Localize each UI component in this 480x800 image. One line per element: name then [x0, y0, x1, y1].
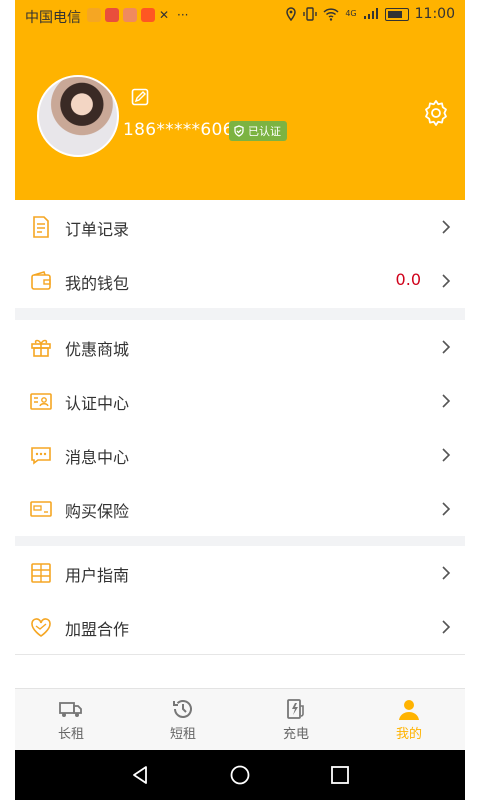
phone-number: 186*****606	[123, 120, 234, 140]
app-notification-icon	[141, 8, 155, 22]
battery-icon	[384, 7, 409, 21]
menu-item-mall[interactable]: 优惠商城	[15, 320, 465, 375]
avatar[interactable]	[37, 75, 119, 157]
missed-call-icon: ✕	[159, 8, 170, 22]
tab-charging[interactable]: 充电	[240, 689, 352, 751]
tab-label: 我的	[395, 727, 422, 742]
system-nav-bar	[15, 750, 465, 800]
guide-icon	[31, 563, 51, 583]
clock-label: 11:00	[414, 6, 455, 22]
chevron-right-icon	[442, 394, 451, 408]
gear-icon[interactable]	[421, 98, 451, 128]
menu-label: 订单记录	[65, 220, 130, 239]
app-notification-icon	[87, 8, 101, 22]
tab-short-rent[interactable]: 短租	[127, 689, 239, 751]
chevron-right-icon	[442, 566, 451, 580]
handshake-icon	[31, 618, 51, 637]
chevron-right-icon	[442, 220, 451, 234]
message-icon	[31, 447, 51, 465]
chevron-right-icon	[442, 340, 451, 354]
wallet-balance: 0.0	[395, 270, 421, 289]
vibrate-icon	[303, 7, 318, 21]
app-notification-icon	[105, 8, 119, 22]
location-icon	[286, 7, 297, 21]
menu-item-orders[interactable]: 订单记录	[15, 200, 465, 255]
chevron-right-icon	[442, 620, 451, 634]
document-icon	[33, 216, 49, 238]
verified-label: 已认证	[248, 125, 281, 138]
menu-label: 优惠商城	[65, 340, 130, 359]
wallet-icon	[31, 271, 51, 290]
app-screen: 中国电信 ✕ ··· 4G 11:00 186*****606 已认证 订单记录…	[15, 0, 465, 800]
network-type-label: 4G	[345, 9, 357, 18]
menu-item-insurance[interactable]: 购买保险	[15, 482, 465, 536]
truck-icon	[59, 702, 82, 717]
recents-icon[interactable]	[329, 764, 351, 786]
edit-icon[interactable]	[131, 88, 149, 106]
bottom-tab-bar: 长租 短租 充电 我的	[15, 688, 465, 751]
profile-header: 186*****606 已认证	[15, 32, 465, 200]
shield-check-icon	[234, 125, 244, 137]
menu-label: 消息中心	[65, 448, 130, 467]
status-bar: 中国电信 ✕ ··· 4G 11:00	[15, 0, 465, 32]
id-card-icon	[30, 393, 52, 410]
tab-label: 短租	[169, 727, 196, 742]
tab-mine[interactable]: 我的	[353, 689, 465, 751]
wifi-icon	[323, 7, 339, 21]
history-icon	[173, 700, 192, 718]
app-notification-icon	[123, 8, 137, 22]
chevron-right-icon	[442, 502, 451, 516]
more-notifications-icon: ···	[177, 8, 189, 22]
notification-icons: ✕ ···	[87, 8, 188, 22]
user-icon	[399, 700, 419, 720]
home-icon[interactable]	[229, 764, 251, 786]
tab-label: 长租	[57, 727, 84, 742]
gift-icon	[31, 339, 51, 357]
menu-label: 加盟合作	[65, 620, 130, 639]
menu-label: 用户指南	[65, 566, 130, 585]
status-right: 4G 11:00	[285, 6, 455, 22]
menu-label: 购买保险	[65, 502, 130, 521]
chevron-right-icon	[442, 274, 451, 288]
menu-label: 认证中心	[65, 394, 130, 413]
signal-icon	[363, 8, 378, 19]
menu-item-wallet[interactable]: 我的钱包 0.0	[15, 254, 465, 309]
menu-item-messages[interactable]: 消息中心	[15, 428, 465, 483]
section-divider	[15, 308, 465, 320]
menu-label: 我的钱包	[65, 274, 130, 293]
menu-item-guide[interactable]: 用户指南	[15, 546, 465, 601]
menu-item-verification[interactable]: 认证中心	[15, 374, 465, 429]
tab-label: 充电	[282, 727, 309, 742]
verified-badge: 已认证	[229, 121, 287, 141]
chevron-right-icon	[442, 448, 451, 462]
insurance-icon	[30, 501, 52, 517]
charging-icon	[287, 699, 304, 719]
back-icon[interactable]	[129, 764, 151, 786]
carrier-label: 中国电信	[25, 10, 81, 26]
section-divider	[15, 536, 465, 546]
menu-item-franchise[interactable]: 加盟合作	[15, 600, 465, 655]
tab-long-rent[interactable]: 长租	[15, 689, 127, 751]
